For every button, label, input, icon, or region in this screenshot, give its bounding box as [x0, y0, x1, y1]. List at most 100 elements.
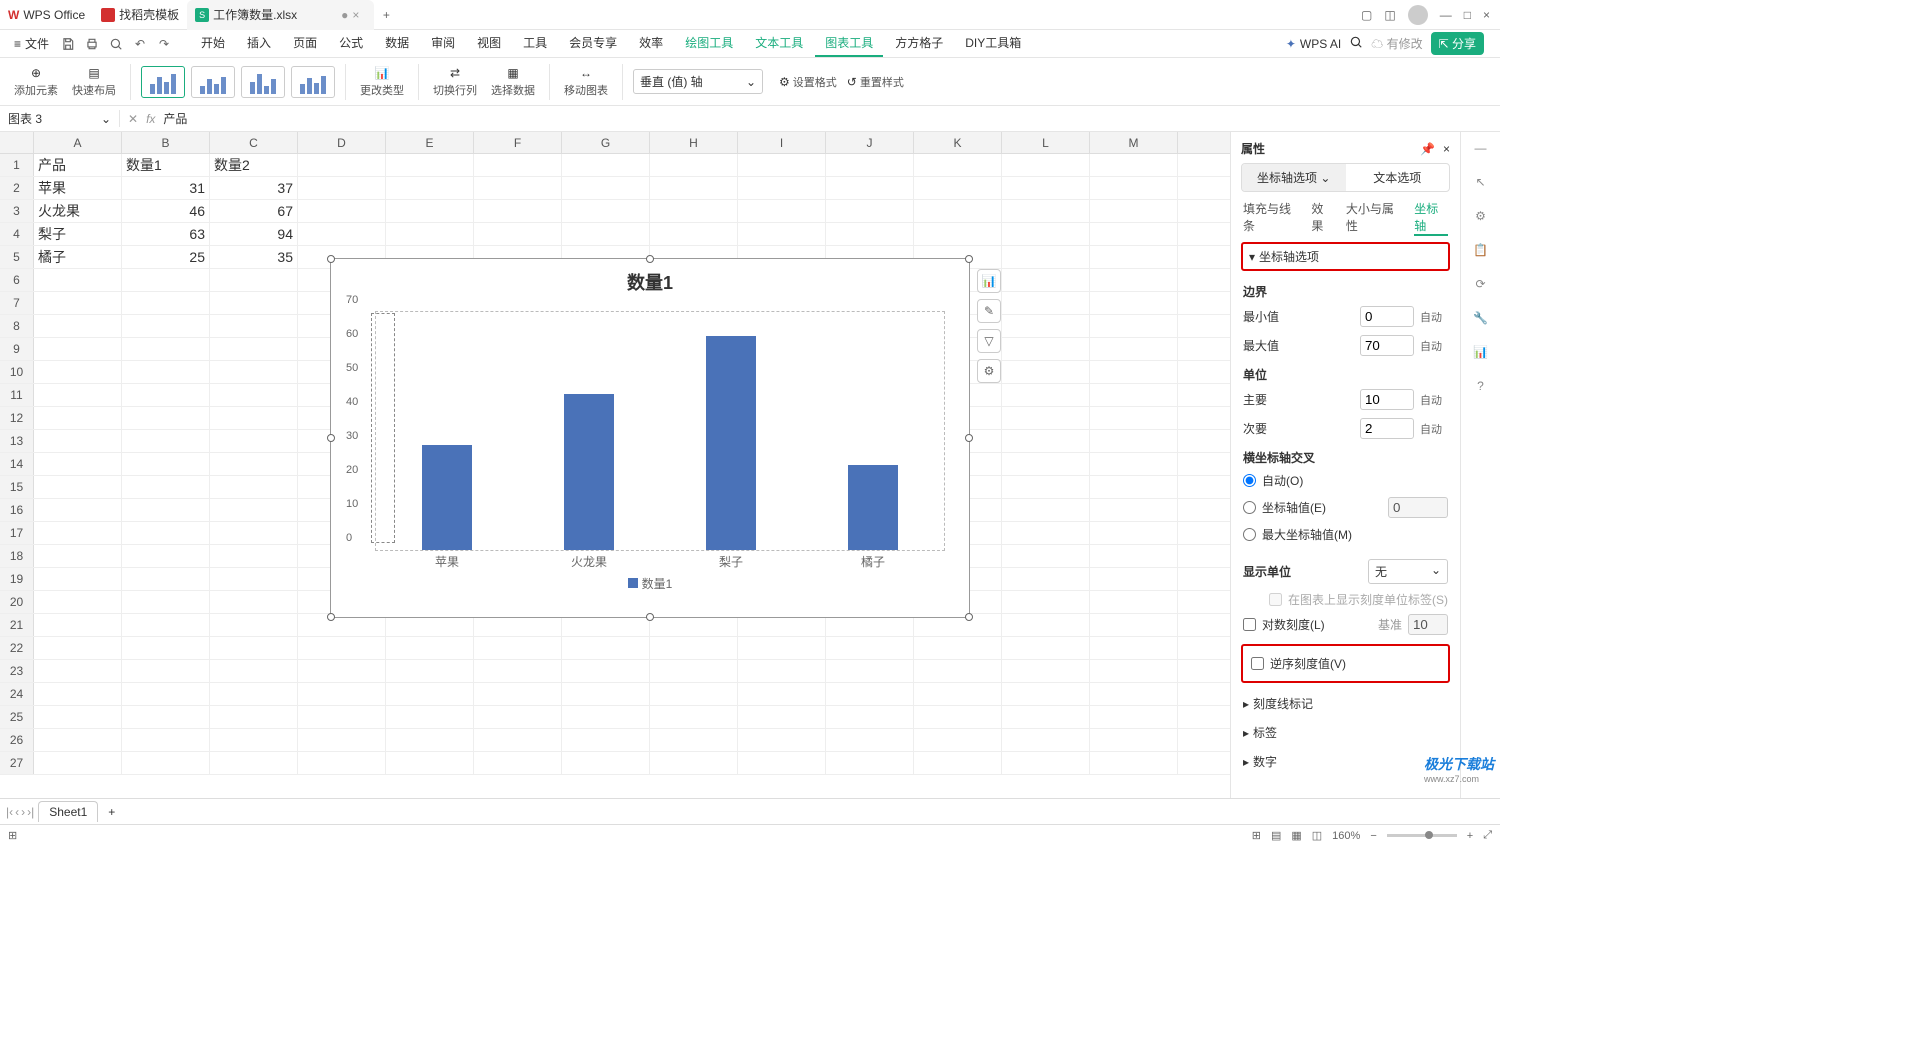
- add-sheet-button[interactable]: +: [102, 805, 121, 819]
- cell[interactable]: [1090, 499, 1178, 521]
- cell[interactable]: [1002, 637, 1090, 659]
- reverse-values-check[interactable]: 逆序刻度值(V): [1249, 652, 1442, 675]
- select-all-corner[interactable]: [0, 132, 34, 153]
- file-menu[interactable]: ≡ 文件: [8, 35, 55, 52]
- cell[interactable]: [1090, 476, 1178, 498]
- cell[interactable]: [386, 154, 474, 176]
- cell[interactable]: [210, 499, 298, 521]
- cell[interactable]: [826, 637, 914, 659]
- cell[interactable]: [650, 706, 738, 728]
- cell[interactable]: [210, 269, 298, 291]
- menu-vip[interactable]: 会员专享: [559, 30, 627, 57]
- minor-input[interactable]: [1360, 418, 1414, 439]
- cell[interactable]: [1002, 752, 1090, 774]
- resize-handle[interactable]: [646, 613, 654, 621]
- cell[interactable]: [1002, 407, 1090, 429]
- cell[interactable]: 火龙果: [34, 200, 122, 222]
- cell[interactable]: [210, 660, 298, 682]
- chart-style-2[interactable]: [191, 66, 235, 98]
- cell[interactable]: [474, 660, 562, 682]
- menu-start[interactable]: 开始: [191, 30, 235, 57]
- resize-handle[interactable]: [965, 613, 973, 621]
- cell[interactable]: [386, 706, 474, 728]
- row-header[interactable]: 7: [0, 292, 34, 314]
- cell[interactable]: [1002, 591, 1090, 613]
- cell[interactable]: [122, 407, 210, 429]
- column-header[interactable]: E: [386, 132, 474, 153]
- share-button[interactable]: ⇱ 分享: [1431, 32, 1484, 55]
- max-input[interactable]: [1360, 335, 1414, 356]
- zoom-in-icon[interactable]: +: [1467, 830, 1473, 842]
- save-icon[interactable]: [57, 33, 79, 55]
- cell[interactable]: [1090, 384, 1178, 406]
- cell[interactable]: [34, 591, 122, 613]
- ribbon-change-type[interactable]: 📊更改类型: [356, 66, 408, 98]
- chart-title[interactable]: 数量1: [331, 269, 969, 295]
- ribbon-move-chart[interactable]: ↔移动图表: [560, 66, 612, 98]
- cell[interactable]: 63: [122, 223, 210, 245]
- menu-tools[interactable]: 工具: [513, 30, 557, 57]
- cell[interactable]: [210, 752, 298, 774]
- cell[interactable]: [210, 568, 298, 590]
- chart-legend[interactable]: 数量1: [331, 575, 969, 592]
- cell[interactable]: 67: [210, 200, 298, 222]
- cell[interactable]: [1002, 200, 1090, 222]
- cell[interactable]: 梨子: [34, 223, 122, 245]
- wps-ai-button[interactable]: ✦WPS AI: [1286, 37, 1341, 51]
- zoom-slider[interactable]: [1387, 834, 1457, 837]
- ribbon-reset-style[interactable]: ↺重置样式: [847, 74, 904, 90]
- row-header[interactable]: 2: [0, 177, 34, 199]
- print-icon[interactable]: [81, 33, 103, 55]
- cell[interactable]: [298, 223, 386, 245]
- radio-input[interactable]: [1243, 501, 1256, 514]
- row-header[interactable]: 5: [0, 246, 34, 268]
- cell[interactable]: [298, 706, 386, 728]
- cell[interactable]: [122, 683, 210, 705]
- row-header[interactable]: 3: [0, 200, 34, 222]
- cell[interactable]: [210, 637, 298, 659]
- cell[interactable]: [474, 683, 562, 705]
- cell[interactable]: [122, 752, 210, 774]
- cell[interactable]: [1002, 315, 1090, 337]
- cell[interactable]: [650, 177, 738, 199]
- row-header[interactable]: 16: [0, 499, 34, 521]
- cell[interactable]: [386, 660, 474, 682]
- ribbon-set-format[interactable]: ⚙设置格式: [779, 74, 837, 90]
- cell[interactable]: [210, 545, 298, 567]
- tools-icon[interactable]: 🔧: [1469, 308, 1493, 328]
- checkbox-input[interactable]: [1251, 657, 1264, 670]
- cell[interactable]: [122, 706, 210, 728]
- chart-bar[interactable]: [706, 336, 756, 550]
- cell[interactable]: [826, 683, 914, 705]
- cell[interactable]: [34, 338, 122, 360]
- cell[interactable]: [826, 200, 914, 222]
- minimize-icon[interactable]: —: [1440, 8, 1452, 22]
- name-box[interactable]: 图表 3⌄: [0, 110, 120, 127]
- row-header[interactable]: 10: [0, 361, 34, 383]
- min-input[interactable]: [1360, 306, 1414, 327]
- clipboard-icon[interactable]: 📋: [1469, 240, 1493, 260]
- sheet-tab-sheet1[interactable]: Sheet1: [38, 801, 98, 822]
- cell[interactable]: [1002, 223, 1090, 245]
- cell[interactable]: [562, 200, 650, 222]
- add-tab-button[interactable]: +: [374, 8, 398, 22]
- cell[interactable]: [1090, 269, 1178, 291]
- cell[interactable]: [210, 430, 298, 452]
- cell[interactable]: [738, 729, 826, 751]
- cell[interactable]: [738, 660, 826, 682]
- display-unit-select[interactable]: 无⌄: [1368, 559, 1448, 584]
- cell[interactable]: [34, 269, 122, 291]
- menu-review[interactable]: 审阅: [421, 30, 465, 57]
- cell[interactable]: [122, 292, 210, 314]
- cell[interactable]: [826, 706, 914, 728]
- cell[interactable]: [1002, 499, 1090, 521]
- cell[interactable]: [34, 476, 122, 498]
- cell[interactable]: [210, 338, 298, 360]
- chart-style-3[interactable]: [241, 66, 285, 98]
- cell[interactable]: [1002, 246, 1090, 268]
- cell[interactable]: [386, 683, 474, 705]
- cell[interactable]: [122, 660, 210, 682]
- grid-area[interactable]: ABCDEFGHIJKLM 1产品数量1数量22苹果31373火龙果46674梨…: [0, 132, 1230, 798]
- section-labels[interactable]: ▸ 标签: [1241, 718, 1450, 747]
- cell[interactable]: [210, 614, 298, 636]
